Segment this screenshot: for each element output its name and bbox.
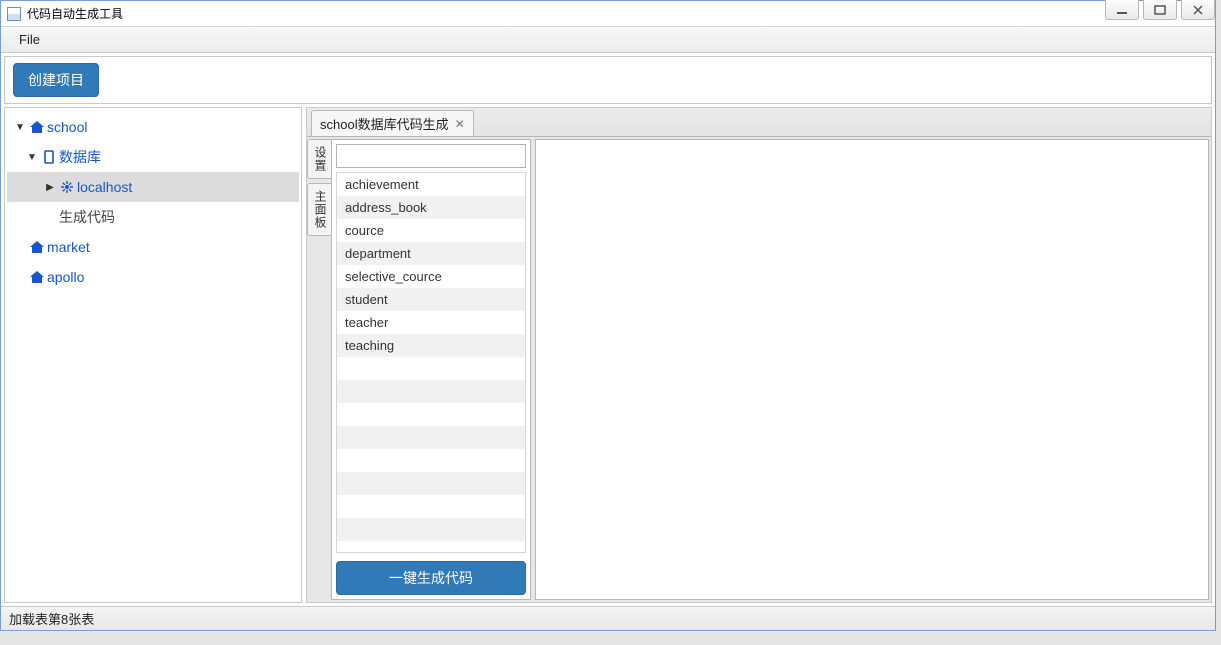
minimize-button[interactable]	[1105, 0, 1139, 20]
vtab-settings[interactable]: 设置	[307, 139, 331, 179]
table-row[interactable]	[337, 472, 525, 495]
tree-item-label: 数据库	[59, 147, 101, 167]
tree-item-icon	[57, 179, 77, 195]
table-row[interactable]: teaching	[337, 334, 525, 357]
tree-item-icon	[27, 269, 47, 285]
status-text: 加载表第8张表	[9, 609, 94, 628]
table-row[interactable]: address_book	[337, 196, 525, 219]
tree-item-icon	[27, 239, 47, 255]
main-area: ▼ school ▼ 数据库 ▶ localhost 生成代码 market apollo sc…	[4, 107, 1212, 603]
table-row[interactable]	[337, 426, 525, 449]
table-row[interactable]	[337, 380, 525, 403]
window-title: 代码自动生成工具	[27, 5, 123, 22]
tab-strip: school数据库代码生成 ✕	[307, 108, 1211, 136]
table-row[interactable]: cource	[337, 219, 525, 242]
project-tree-pane: ▼ school ▼ 数据库 ▶ localhost 生成代码 market apollo	[4, 107, 302, 603]
table-row[interactable]	[337, 518, 525, 541]
tab-close-icon[interactable]: ✕	[455, 117, 465, 131]
tree-item-apollo[interactable]: apollo	[7, 262, 299, 292]
expander-icon[interactable]: ▶	[43, 182, 57, 193]
tree-item-数据库[interactable]: ▼ 数据库	[7, 142, 299, 172]
title-bar: 代码自动生成工具	[1, 1, 1215, 27]
status-bar: 加载表第8张表	[1, 606, 1215, 630]
tree-item-label: 生成代码	[59, 207, 115, 227]
project-tree[interactable]: ▼ school ▼ 数据库 ▶ localhost 生成代码 market apollo	[5, 108, 301, 296]
maximize-button[interactable]	[1143, 0, 1177, 20]
table-row[interactable]	[337, 403, 525, 426]
table-row[interactable]	[337, 541, 525, 553]
tree-item-icon	[39, 149, 59, 165]
tree-item-label: school	[47, 119, 87, 135]
tree-item-school[interactable]: ▼ school	[7, 112, 299, 142]
table-row[interactable]: student	[337, 288, 525, 311]
table-row[interactable]: selective_cource	[337, 265, 525, 288]
tab-codegen[interactable]: school数据库代码生成 ✕	[311, 110, 474, 136]
editor-pane: school数据库代码生成 ✕ 设置 主面板 achievementaddres…	[306, 107, 1212, 603]
minimize-icon	[1116, 5, 1128, 15]
generate-code-button[interactable]: 一键生成代码	[336, 561, 526, 595]
table-search	[336, 144, 526, 168]
menu-file[interactable]: File	[11, 30, 48, 49]
create-project-button[interactable]: 创建项目	[13, 63, 99, 97]
table-row[interactable]: department	[337, 242, 525, 265]
table-row[interactable]	[337, 357, 525, 380]
menu-bar: File	[1, 27, 1215, 53]
close-icon	[1192, 5, 1204, 15]
vertical-tabs: 设置 主面板	[307, 137, 331, 602]
tree-item-label: apollo	[47, 269, 84, 285]
tree-item-localhost[interactable]: ▶ localhost	[7, 172, 299, 202]
table-row[interactable]	[337, 449, 525, 472]
toolbar: 创建项目	[4, 56, 1212, 104]
tab-label: school数据库代码生成	[320, 114, 449, 133]
vtab-main-panel[interactable]: 主面板	[307, 183, 331, 236]
expander-icon[interactable]: ▼	[25, 152, 39, 163]
app-icon	[7, 7, 21, 21]
tree-item-label: localhost	[77, 179, 132, 195]
window-controls	[1101, 0, 1215, 20]
maximize-icon	[1154, 5, 1166, 15]
table-list[interactable]: achievementaddress_bookcourcedepartments…	[336, 172, 526, 553]
expander-icon[interactable]: ▼	[13, 122, 27, 133]
tree-item-icon	[27, 119, 47, 135]
tab-content: 设置 主面板 achievementaddress_bookcourcedepa…	[307, 136, 1211, 602]
detail-panel	[535, 139, 1209, 600]
tree-item-生成代码[interactable]: 生成代码	[7, 202, 299, 232]
app-window: 代码自动生成工具 File 创建项目 ▼ school ▼ 数据库 ▶ localhost…	[0, 0, 1216, 631]
table-search-input[interactable]	[336, 144, 526, 168]
table-row[interactable]	[337, 495, 525, 518]
close-button[interactable]	[1181, 0, 1215, 20]
tree-item-market[interactable]: market	[7, 232, 299, 262]
table-row[interactable]: achievement	[337, 173, 525, 196]
tree-item-label: market	[47, 239, 90, 255]
table-row[interactable]: teacher	[337, 311, 525, 334]
table-list-column: achievementaddress_bookcourcedepartments…	[331, 139, 531, 600]
